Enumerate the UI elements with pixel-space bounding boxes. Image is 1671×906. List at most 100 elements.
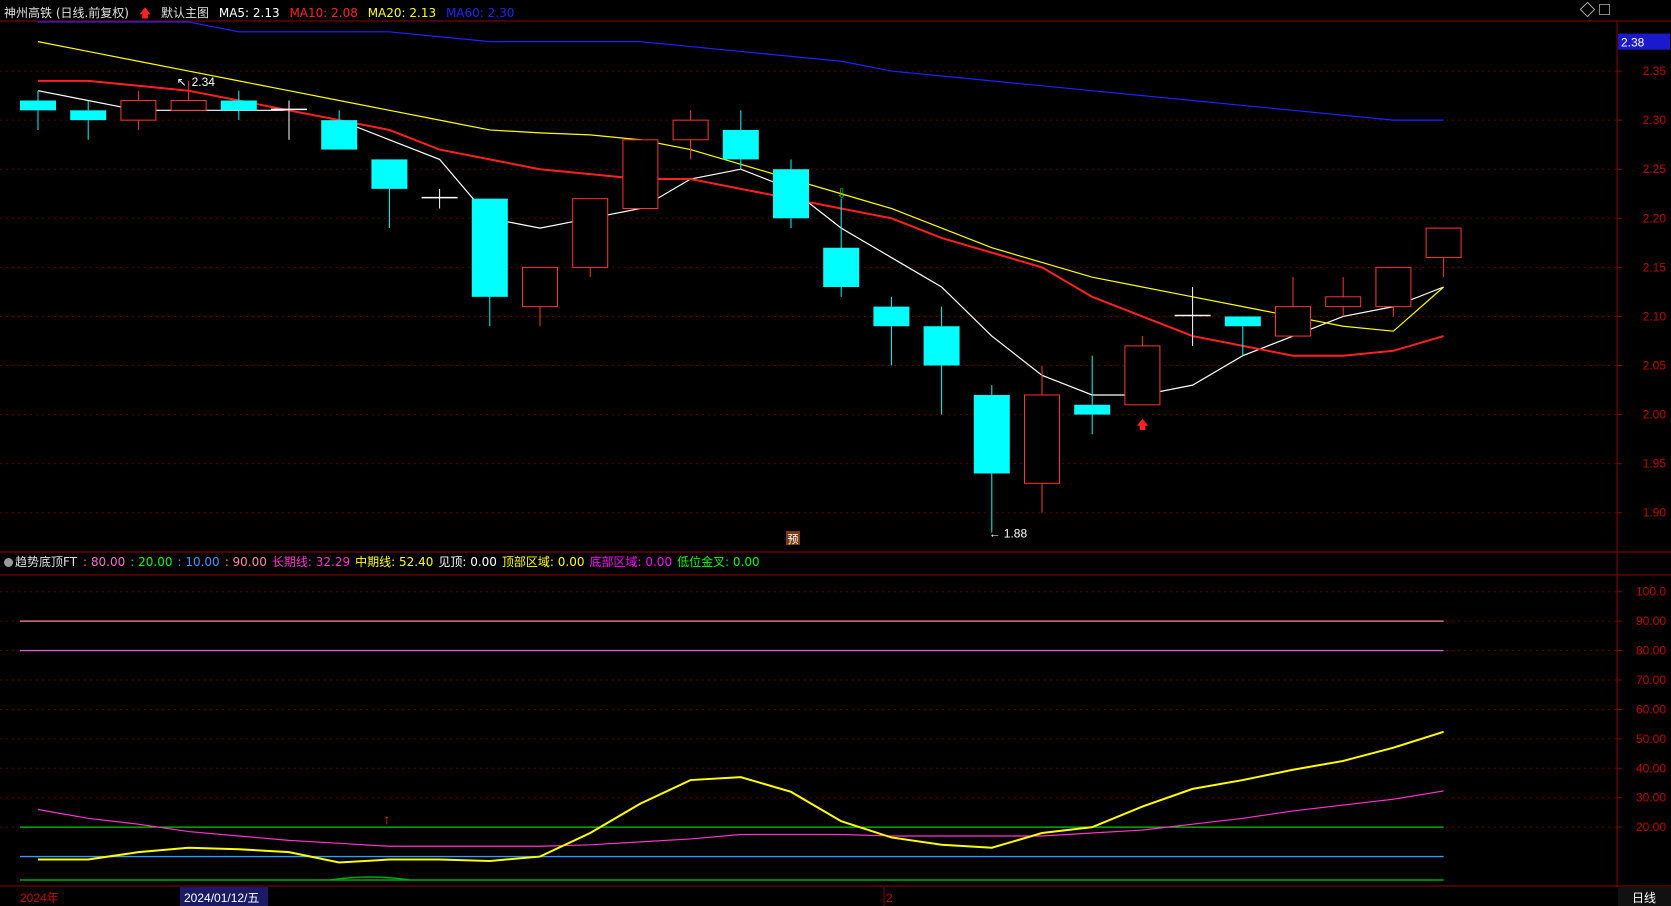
candle-19 (973, 385, 1010, 533)
candle-2 (120, 90, 157, 130)
candle-body (1375, 266, 1412, 308)
candle-4 (220, 90, 257, 121)
indicator-param-4: 长期线: 32.29 (271, 555, 351, 569)
candle-17 (873, 296, 910, 366)
candle-body (321, 120, 358, 150)
low-arrow-icon: ← (989, 526, 1001, 540)
green-down-arrow-icon: ⇩ (836, 186, 847, 201)
candle-body (120, 100, 157, 121)
candle-body (20, 100, 56, 111)
indicator-param-6: 见顶: 0.00 (438, 555, 497, 569)
ma60-label: MA60: 2.30 (445, 6, 515, 20)
indicator-tick-label: 50.00 (1636, 732, 1666, 746)
candle-25 (1275, 277, 1311, 337)
candle-body (873, 306, 910, 327)
indicator-param-5: 中期线: 52.40 (355, 555, 434, 569)
candle-body (522, 266, 558, 308)
main-chart-header: 神州高铁 (日线.前复权) 🡅 默认主图 MA5: 2.13 MA10: 2.0… (4, 3, 520, 23)
red-up-arrow-icon: 🡅 (1136, 417, 1148, 431)
year-label: 2024年 (20, 891, 59, 905)
indicator-tick-label: 20.00 (1636, 820, 1666, 834)
candle-9 (471, 198, 508, 327)
indicator-settings-icon[interactable] (4, 558, 13, 567)
ma5-label: MA5: 2.13 (218, 6, 280, 20)
price-tick-label: 2.05 (1643, 359, 1667, 373)
candle-18 (923, 306, 960, 415)
candle-26 (1325, 277, 1362, 317)
ma-line-ma20 (37, 41, 1444, 332)
price-tick-label: 2.10 (1643, 309, 1667, 323)
candle-body (220, 100, 257, 111)
price-tick-label: 2.25 (1643, 162, 1667, 176)
indicator-tick-label: 30.00 (1636, 791, 1666, 805)
price-tick-label: 2.30 (1643, 113, 1667, 127)
price-tick-label: 2.00 (1643, 408, 1667, 422)
candle-20 (1024, 365, 1060, 513)
candle-13 (672, 110, 709, 160)
stock-name[interactable]: 神州高铁 (日线.前复权) (4, 6, 129, 20)
candle-body (70, 110, 107, 121)
candle-8 (421, 188, 458, 209)
maximize-icon[interactable] (1599, 4, 1610, 15)
indicator-tick-label: 90.00 (1636, 614, 1666, 628)
candle-15 (773, 159, 809, 229)
candle-6 (321, 110, 358, 150)
candle-body (1325, 296, 1362, 308)
candle-body (1275, 306, 1311, 337)
candle-body (572, 198, 609, 268)
indicator-param-0: : 80.00 (83, 555, 126, 569)
indicator-tick-label: 60.00 (1636, 702, 1666, 716)
ma10-label: MA10: 2.08 (289, 6, 358, 20)
candle-body (722, 129, 759, 160)
indicator-series-mid (38, 730, 1444, 864)
indicator-param-9: 低位金叉: 0.00 (677, 555, 760, 569)
indicator-param-1: : 20.00 (130, 555, 173, 569)
candle-16 (823, 198, 860, 297)
forecast-badge: 预 (788, 533, 799, 546)
low-price-label: 1.88 (1004, 526, 1028, 540)
candle-body (371, 159, 408, 189)
candle-23 (1174, 287, 1211, 346)
candle-24 (1224, 316, 1261, 356)
candle-body (1074, 404, 1111, 415)
indicator-param-2: : 10.00 (177, 555, 220, 569)
candle-body (1224, 316, 1261, 327)
indicator-tick-label: 70.00 (1636, 673, 1666, 687)
candle-11 (572, 198, 609, 278)
candle-10 (522, 266, 558, 327)
candle-body (973, 394, 1010, 474)
indicator-param-8: 底部区域: 0.00 (589, 555, 673, 569)
indicator-param-7: 顶部区域: 0.00 (501, 555, 585, 569)
candle-body (672, 119, 709, 141)
candle-12 (622, 139, 659, 209)
price-tick-label: 1.95 (1643, 457, 1667, 471)
candle-body (823, 247, 860, 287)
ma20-label: MA20: 2.13 (367, 6, 437, 20)
candle-body (622, 139, 659, 209)
current-price-label: 2.38 (1621, 36, 1645, 50)
candle-body (923, 326, 960, 366)
candle-body (1024, 394, 1060, 484)
candle-body (170, 100, 207, 111)
indicator-header: 趋势底顶FT : 80.00 : 20.00 : 10.00 : 90.00 长期线: 3… (0, 552, 771, 572)
indicator-tick-label: 80.00 (1636, 644, 1666, 658)
price-tick-label: 2.15 (1643, 260, 1667, 274)
candle-1 (70, 100, 107, 140)
price-tick-label: 1.90 (1643, 506, 1667, 520)
red-up-arrow-icon: 🡅 (138, 6, 152, 20)
main-chart-label[interactable]: 默认主图 (161, 6, 209, 20)
candle-body (1425, 227, 1462, 259)
candle-body (1124, 345, 1161, 406)
indicator-red-arrow-icon: ↑ (383, 811, 390, 827)
candle-22 (1124, 336, 1161, 406)
price-tick-label: 2.35 (1643, 64, 1667, 78)
indicator-param-3: : 90.00 (224, 555, 267, 569)
indicator-name[interactable]: 趋势底顶FT (15, 555, 77, 569)
period-button[interactable]: 日线 (1632, 891, 1656, 905)
candle-body (773, 169, 809, 219)
price-tick-label: 2.20 (1643, 211, 1667, 225)
month-label: 2 (886, 891, 893, 905)
candle-0 (20, 90, 56, 130)
candle-28 (1425, 227, 1462, 278)
chart-canvas: 2.35 2.30 2.25 2.20 2.15 2.10 2.05 2.00 1.95 1.90… (0, 20, 1671, 906)
